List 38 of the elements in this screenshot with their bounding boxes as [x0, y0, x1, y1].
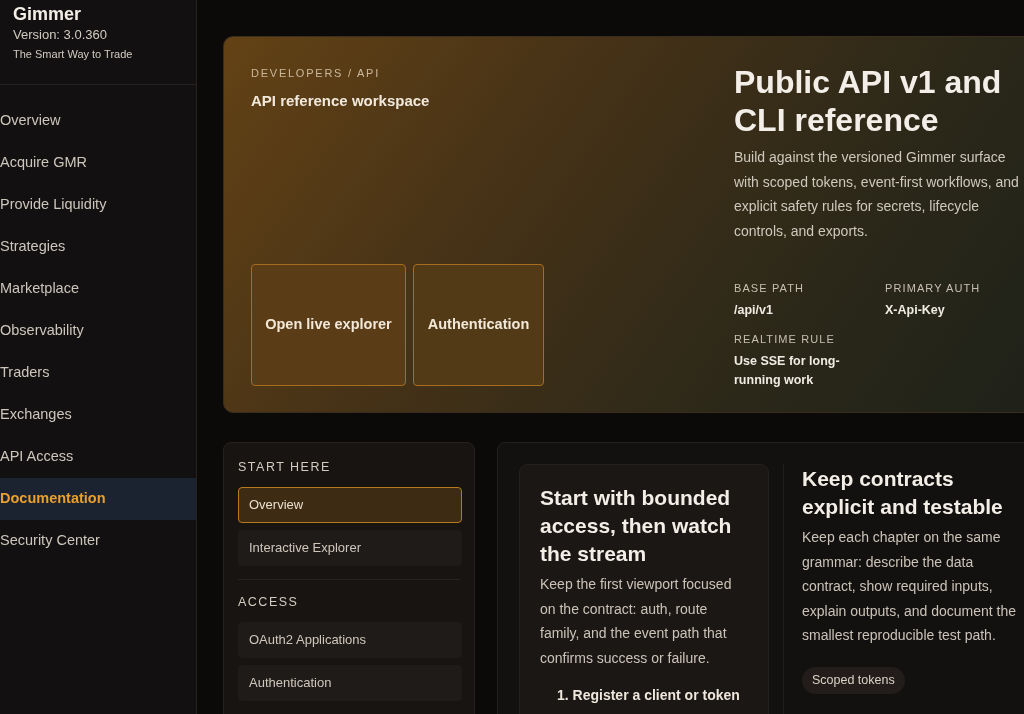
meta-value: X-Api-Key	[885, 302, 946, 320]
sidebar-item[interactable]: Observability	[0, 310, 196, 352]
step-item: 1. Register a client or token	[557, 686, 741, 705]
docs-nav-item[interactable]: Interactive Explorer	[238, 530, 462, 566]
intro-body: Keep the first viewport focused on the contract: auth, route family, and the event path that confirms success or failure.	[540, 575, 733, 668]
tag-chip: Scoped tokens	[802, 666, 905, 694]
docs-nav-item[interactable]: Authentication	[238, 665, 462, 701]
action-button[interactable]: Authentication	[413, 264, 544, 386]
sidebar-item[interactable]: Traders	[0, 352, 196, 394]
principles-title: Keep contracts explicit and testable	[802, 466, 1004, 520]
meta-value: /api/v1	[734, 302, 774, 320]
sidebar-item[interactable]: Documentation	[0, 478, 196, 520]
sidebar-item[interactable]: Overview	[0, 100, 196, 142]
section-heading: ACCESS	[238, 594, 300, 610]
sidebar-item[interactable]: Strategies	[0, 226, 196, 268]
workspace-title: API reference workspace	[251, 91, 431, 111]
meta-label: REALTIME RULE	[734, 332, 836, 347]
docs-nav-item[interactable]: OAuth2 Applications	[238, 622, 462, 658]
sidebar-item[interactable]: Security Center	[0, 520, 196, 562]
version-label: Version: 3.0.360	[13, 26, 108, 44]
sidebar-item[interactable]: Exchanges	[0, 394, 196, 436]
sidebar-item[interactable]: API Access	[0, 436, 196, 478]
meta-value: Use SSE for long-running work	[734, 353, 841, 390]
page-title: Public API v1 and CLI reference	[734, 63, 1003, 139]
sidebar-item[interactable]: Marketplace	[0, 268, 196, 310]
tagline: The Smart Way to Trade	[13, 47, 134, 62]
page-description: Build against the versioned Gimmer surface with scoped tokens, event-first workflows, and explicit safety rules for secrets, lifecycle controls, and exports.	[734, 148, 1020, 241]
section-heading: START HERE	[238, 459, 332, 475]
sidebar-item[interactable]: Acquire GMR	[0, 142, 196, 184]
docs-nav-item[interactable]: Overview	[238, 487, 462, 523]
brand-name: Gimmer	[13, 3, 83, 25]
breadcrumb: DEVELOPERS / API	[251, 66, 382, 80]
action-button[interactable]: Open live explorer	[251, 264, 406, 386]
principles-body: Keep each chapter on the same grammar: describe the data contract, show required inputs, explain outputs, and document the smallest reproducible test path.	[802, 528, 1018, 645]
intro-title: Start with bounded access, then watch the stream	[540, 485, 733, 567]
meta-label: PRIMARY AUTH	[885, 281, 982, 296]
meta-label: BASE PATH	[734, 281, 805, 296]
sidebar-item[interactable]: Provide Liquidity	[0, 184, 196, 226]
